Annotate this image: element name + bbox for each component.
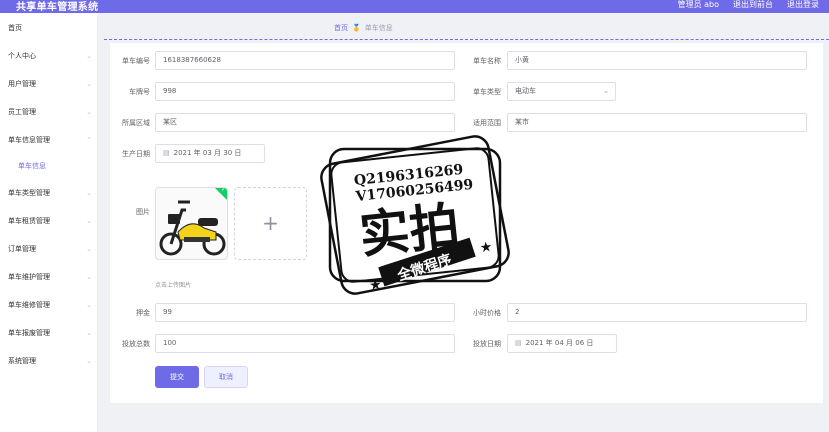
chevron-down-icon: ⌄ (603, 87, 609, 95)
breadcrumb-home[interactable]: 首页 (334, 23, 348, 33)
bike-no-input[interactable]: 1618387660628 (155, 51, 455, 70)
bike-type-label: 单车类型 (473, 88, 501, 96)
sidebar-item-label: 单车租赁管理 (8, 217, 50, 225)
launch-date-picker[interactable]: ▤ 2021 年 04 月 06 日 (507, 334, 617, 353)
chevron-down-icon: ⌄ (86, 80, 92, 88)
cancel-button[interactable]: 取消 (204, 366, 248, 388)
sidebar-item-label: 用户管理 (8, 80, 36, 88)
sidebar-item-label: 单车报废管理 (8, 329, 50, 337)
sidebar-item-label: 订单管理 (8, 245, 36, 253)
hourly-price-label: 小时价格 (473, 309, 501, 317)
calendar-icon: ▤ (515, 339, 522, 347)
total-input[interactable]: 100 (155, 334, 455, 353)
breadcrumb-current: 单车信息 (364, 24, 393, 32)
area-input[interactable]: 某区 (155, 113, 455, 132)
sidebar-item-profile[interactable]: 个人中心 ⌄ (8, 49, 92, 63)
sidebar-item-label: 系统管理 (8, 357, 36, 365)
prod-date-picker[interactable]: ▤ 2021 年 03 月 30 日 (155, 144, 265, 163)
prod-date-value: 2021 年 03 月 30 日 (173, 149, 242, 157)
sidebar-item-label: 单车信息管理 (8, 136, 50, 144)
sidebar-item-bike-scrap[interactable]: 单车报废管理 ⌄ (8, 326, 92, 340)
sidebar-item-users[interactable]: 用户管理 ⌄ (8, 77, 92, 91)
sidebar-item-bike-info-mgmt[interactable]: 单车信息管理 ⌃ (8, 133, 92, 147)
sidebar-item-label: 个人中心 (8, 52, 36, 60)
star-icon: ★ (479, 239, 493, 256)
chevron-down-icon: ⌄ (86, 273, 92, 281)
plate-label: 车牌号 (129, 88, 150, 96)
scope-input[interactable]: 某市 (507, 113, 807, 132)
sidebar-item-label: 单车维护管理 (8, 273, 50, 281)
sidebar-item-bike-maintain[interactable]: 单车维护管理 ⌄ (8, 270, 92, 284)
plate-input[interactable]: 998 (155, 82, 455, 101)
sidebar-item-staff[interactable]: 员工管理 ⌄ (8, 105, 92, 119)
sidebar-item-label: 单车类型管理 (8, 189, 50, 197)
chevron-down-icon: ⌄ (86, 52, 92, 60)
sidebar-item-system[interactable]: 系统管理 ⌄ (8, 354, 92, 368)
launch-date-value: 2021 年 04 月 06 日 (525, 339, 594, 347)
chevron-down-icon: ⌄ (86, 189, 92, 197)
medal-icon: 🥇 (352, 24, 361, 32)
chevron-down-icon: ⌄ (86, 217, 92, 225)
admin-user-label: 管理员 abo (677, 0, 719, 9)
chevron-down-icon: ⌄ (86, 301, 92, 309)
logout-link[interactable]: 退出登录 (787, 0, 819, 10)
plus-icon: + (262, 211, 279, 235)
sidebar-subitem-bike-info[interactable]: 单车信息 (18, 159, 92, 173)
check-icon: ✓ (220, 187, 226, 193)
area-label: 所属区域 (122, 119, 150, 127)
image-label: 图片 (136, 208, 150, 216)
sidebar-item-bike-repair[interactable]: 单车维修管理 ⌄ (8, 298, 92, 312)
sidebar-item-label: 单车维修管理 (8, 301, 50, 309)
sidebar-item-label: 单车信息 (18, 162, 46, 170)
star-icon: ★ (368, 277, 382, 294)
sidebar-item-home[interactable]: 首页 (8, 21, 92, 35)
app-title: 共享单车管理系统 (16, 2, 99, 13)
prod-date-label: 生产日期 (122, 150, 150, 158)
chevron-down-icon: ⌄ (86, 108, 92, 116)
deposit-label: 押金 (136, 309, 150, 317)
chevron-up-icon: ⌃ (86, 136, 92, 144)
sidebar-item-label: 首页 (8, 24, 22, 32)
launch-date-label: 投放日期 (473, 340, 501, 348)
back-to-frontend-link[interactable]: 退出到前台 (733, 0, 773, 10)
bike-type-value: 电动车 (515, 87, 536, 95)
deposit-input[interactable]: 99 (155, 303, 455, 322)
upload-hint: 点击上传图片 (155, 282, 192, 289)
bike-image-thumbnail[interactable]: ✓ (155, 187, 228, 260)
watermark-stamp: Q2196316269 V17060256499 实拍 全微程序 ★ ★ (320, 135, 510, 295)
sidebar-item-bike-type[interactable]: 单车类型管理 ⌄ (8, 186, 92, 200)
upload-add-button[interactable]: + (234, 187, 307, 260)
submit-button[interactable]: 提交 (155, 366, 199, 388)
breadcrumb-divider (104, 39, 829, 40)
bike-name-label: 单车名称 (473, 57, 501, 65)
hourly-price-input[interactable]: 2 (507, 303, 807, 322)
total-label: 投放总数 (122, 340, 150, 348)
bike-name-input[interactable]: 小黄 (507, 51, 807, 70)
sidebar-item-bike-rental[interactable]: 单车租赁管理 ⌄ (8, 214, 92, 228)
chevron-down-icon: ⌄ (86, 357, 92, 365)
bike-no-label: 单车编号 (122, 57, 150, 65)
chevron-down-icon: ⌄ (86, 329, 92, 337)
chevron-down-icon: ⌄ (86, 245, 92, 253)
sidebar-item-label: 员工管理 (8, 108, 36, 116)
sidebar-item-orders[interactable]: 订单管理 ⌄ (8, 242, 92, 256)
top-bar: 共享单车管理系统 管理员 abo 退出到前台 退出登录 (0, 0, 829, 13)
sidebar: 首页 个人中心 ⌄ 用户管理 ⌄ 员工管理 ⌄ 单车信息管理 ⌃ 单车信息 单车类型管理… (0, 13, 98, 432)
breadcrumb: 首页 🥇 单车信息 (334, 23, 393, 33)
calendar-icon: ▤ (163, 149, 170, 157)
bike-type-select[interactable]: 电动车 ⌄ (507, 82, 616, 101)
top-nav: 管理员 abo 退出到前台 退出登录 (678, 0, 819, 10)
